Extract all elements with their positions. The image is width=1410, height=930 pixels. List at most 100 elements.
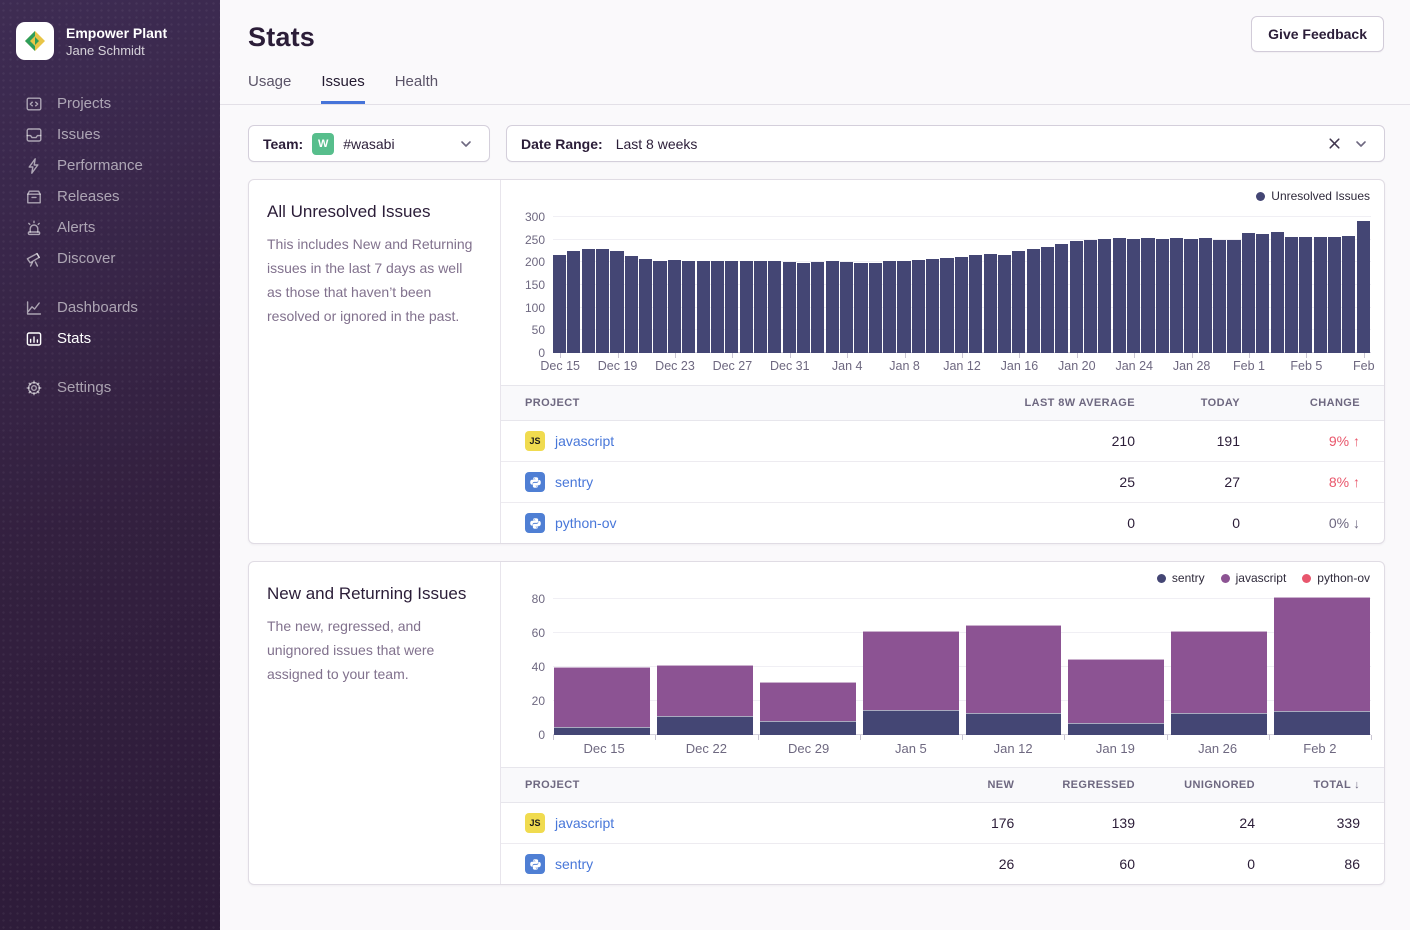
bar-segment-javascript bbox=[1274, 597, 1370, 711]
chart-bar[interactable] bbox=[1213, 240, 1226, 353]
chart-bar[interactable] bbox=[969, 255, 982, 353]
chart-bar[interactable] bbox=[1070, 241, 1083, 353]
legend-item-unresolved-issues[interactable]: Unresolved Issues bbox=[1256, 189, 1370, 203]
chart-bar[interactable] bbox=[553, 255, 566, 353]
chart-bar[interactable] bbox=[582, 249, 595, 353]
chart-bar[interactable] bbox=[1328, 237, 1341, 353]
chart-bar[interactable] bbox=[1357, 221, 1370, 353]
chart-bar-jan-26[interactable] bbox=[1171, 631, 1267, 735]
chart-bar[interactable] bbox=[1227, 240, 1240, 353]
chart-bar[interactable] bbox=[984, 254, 997, 353]
chart-bar[interactable] bbox=[1285, 237, 1298, 353]
chart-bar[interactable] bbox=[682, 261, 695, 353]
chart-bar[interactable] bbox=[1012, 251, 1025, 353]
sidebar-item-projects[interactable]: Projects bbox=[0, 88, 220, 119]
chart-bar[interactable] bbox=[639, 259, 652, 353]
chart-bar[interactable] bbox=[625, 256, 638, 353]
org-switcher[interactable]: Empower Plant Jane Schmidt bbox=[0, 18, 220, 68]
chart-bar[interactable] bbox=[1342, 236, 1355, 353]
column-header-total[interactable]: TOTAL↓ bbox=[1279, 768, 1384, 803]
chart-bar[interactable] bbox=[998, 255, 1011, 353]
project-link[interactable]: sentry bbox=[555, 474, 593, 490]
chart-bar[interactable] bbox=[668, 260, 681, 353]
page-title: Stats bbox=[248, 22, 1378, 53]
chart-bar[interactable] bbox=[1170, 238, 1183, 353]
sidebar-item-releases[interactable]: Releases bbox=[0, 181, 220, 212]
chart-bar[interactable] bbox=[1256, 234, 1269, 353]
chart-bar[interactable] bbox=[768, 261, 781, 353]
chart-bar[interactable] bbox=[869, 263, 882, 353]
chart-bar[interactable] bbox=[1113, 238, 1126, 353]
chart-bar[interactable] bbox=[596, 249, 609, 353]
sidebar-item-settings[interactable]: Settings bbox=[0, 372, 220, 403]
chart-bar[interactable] bbox=[940, 258, 953, 353]
chart-bar[interactable] bbox=[955, 257, 968, 353]
chart-bar[interactable] bbox=[912, 260, 925, 353]
chart-bar[interactable] bbox=[711, 261, 724, 353]
project: JSjavascript bbox=[525, 431, 905, 451]
chart-bar[interactable] bbox=[1127, 239, 1140, 353]
sidebar-item-discover[interactable]: Discover bbox=[0, 243, 220, 274]
chart-bar[interactable] bbox=[826, 261, 839, 353]
column-header-last-8w-average: LAST 8W AVERAGE bbox=[929, 386, 1159, 421]
chart-bar[interactable] bbox=[1084, 240, 1097, 353]
chart-bar-feb-2[interactable] bbox=[1274, 597, 1370, 735]
chart-bar-jan-19[interactable] bbox=[1068, 659, 1164, 735]
chart-bar[interactable] bbox=[854, 263, 867, 353]
legend-item-sentry[interactable]: sentry bbox=[1157, 571, 1205, 585]
value-cell: 27 bbox=[1159, 462, 1264, 503]
legend-label: Unresolved Issues bbox=[1271, 189, 1370, 203]
chart-bar-jan-5[interactable] bbox=[863, 631, 959, 735]
bar-segment-sentry bbox=[554, 727, 650, 736]
chart-bar-dec-15[interactable] bbox=[554, 667, 650, 735]
chart-bar-dec-22[interactable] bbox=[657, 665, 753, 735]
chart-bar[interactable] bbox=[811, 262, 824, 353]
chart-bar[interactable] bbox=[1299, 237, 1312, 354]
tab-health[interactable]: Health bbox=[395, 73, 438, 104]
chart-bar-jan-12[interactable] bbox=[966, 625, 1062, 735]
give-feedback-button[interactable]: Give Feedback bbox=[1251, 16, 1384, 52]
chart-bar[interactable] bbox=[1271, 232, 1284, 353]
project-link[interactable]: javascript bbox=[555, 815, 614, 831]
chart-bar[interactable] bbox=[1027, 249, 1040, 353]
sidebar-item-stats[interactable]: Stats bbox=[0, 323, 220, 354]
chart-bar[interactable] bbox=[567, 251, 580, 353]
chart-bar[interactable] bbox=[740, 261, 753, 353]
sidebar-item-alerts[interactable]: Alerts bbox=[0, 212, 220, 243]
chart-bar[interactable] bbox=[653, 261, 666, 353]
sidebar-item-performance[interactable]: Performance bbox=[0, 150, 220, 181]
clear-icon[interactable] bbox=[1325, 135, 1343, 153]
chart-bar[interactable] bbox=[1242, 233, 1255, 353]
chart-bar[interactable] bbox=[897, 261, 910, 353]
chart-bar[interactable] bbox=[1141, 238, 1154, 353]
python-platform-icon bbox=[525, 854, 545, 874]
chart-bar[interactable] bbox=[1184, 239, 1197, 353]
chart-bar-dec-29[interactable] bbox=[760, 682, 856, 735]
team-select[interactable]: Team: W #wasabi bbox=[248, 125, 490, 162]
legend-item-python-ov[interactable]: python-ov bbox=[1302, 571, 1370, 585]
chart-bar[interactable] bbox=[783, 262, 796, 353]
chart-bar[interactable] bbox=[1156, 239, 1169, 353]
chart-bar[interactable] bbox=[797, 263, 810, 353]
chart-bar[interactable] bbox=[926, 259, 939, 353]
chart-bar[interactable] bbox=[1314, 237, 1327, 354]
chart-bar[interactable] bbox=[725, 261, 738, 353]
chart-bar[interactable] bbox=[1055, 244, 1068, 353]
tab-issues[interactable]: Issues bbox=[321, 73, 364, 104]
date-range-select[interactable]: Date Range: Last 8 weeks bbox=[506, 125, 1385, 162]
project-link[interactable]: javascript bbox=[555, 433, 614, 449]
legend-item-javascript[interactable]: javascript bbox=[1221, 571, 1287, 585]
project-link[interactable]: sentry bbox=[555, 856, 593, 872]
project-link[interactable]: python-ov bbox=[555, 515, 616, 531]
sidebar-item-dashboards[interactable]: Dashboards bbox=[0, 292, 220, 323]
chart-bar[interactable] bbox=[610, 251, 623, 353]
chart-bar[interactable] bbox=[754, 261, 767, 353]
chart-bar[interactable] bbox=[1098, 239, 1111, 353]
chart-bar[interactable] bbox=[1199, 238, 1212, 353]
chart-bar[interactable] bbox=[697, 261, 710, 353]
chart-bar[interactable] bbox=[883, 261, 896, 353]
tab-usage[interactable]: Usage bbox=[248, 73, 291, 104]
chart-bar[interactable] bbox=[1041, 247, 1054, 353]
chart-bar[interactable] bbox=[840, 262, 853, 353]
sidebar-item-issues[interactable]: Issues bbox=[0, 119, 220, 150]
